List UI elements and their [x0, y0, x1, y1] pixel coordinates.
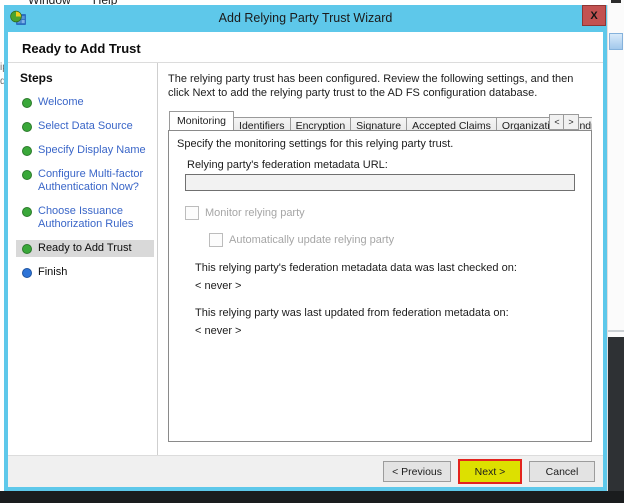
step-label: Welcome [38, 96, 84, 109]
monitoring-tab-panel: Specify the monitoring settings for this… [168, 130, 592, 442]
step-completed-icon [22, 98, 32, 108]
step-finish[interactable]: Finish [20, 264, 157, 281]
step-completed-icon [22, 207, 32, 217]
step-pending-icon [22, 268, 32, 278]
scrollbar-thumb[interactable] [609, 33, 623, 50]
background-window-edge [611, 0, 621, 3]
step-select-data-source[interactable]: Select Data Source [20, 118, 157, 135]
button-bar: < Previous Next > Cancel [8, 455, 603, 487]
step-label: Select Data Source [38, 120, 133, 133]
dialog-title: Add Relying Party Trust Wizard [4, 5, 607, 32]
background-dark-region [608, 337, 624, 503]
step-label: Choose Issuance Authorization Rules [38, 205, 150, 231]
tab-scroll-right-button[interactable]: > [563, 114, 579, 130]
step-label: Ready to Add Trust [38, 242, 132, 255]
close-button[interactable]: X [582, 5, 606, 26]
step-specify-display-name[interactable]: Specify Display Name [20, 142, 157, 159]
add-relying-party-trust-wizard-dialog: Add Relying Party Trust Wizard X Ready t… [4, 5, 607, 491]
auto-update-relying-party-checkbox: Automatically update relying party [209, 233, 581, 247]
tab-signature[interactable]: Signature [350, 117, 407, 130]
last-checked-label: This relying party's federation metadata… [195, 262, 581, 274]
wizard-main-content: The relying party trust has been configu… [158, 63, 603, 455]
background-bottom-strip [0, 491, 624, 503]
step-completed-icon [22, 146, 32, 156]
step-welcome[interactable]: Welcome [20, 94, 157, 111]
monitoring-instruction: Specify the monitoring settings for this… [177, 138, 581, 150]
tab-identifiers[interactable]: Identifiers [233, 117, 291, 130]
cancel-button[interactable]: Cancel [529, 461, 595, 482]
divider [608, 330, 624, 332]
intro-text: The relying party trust has been configu… [168, 73, 592, 100]
checkbox-label: Monitor relying party [205, 207, 305, 219]
next-button[interactable]: Next > [460, 461, 520, 482]
previous-button[interactable]: < Previous [383, 461, 451, 482]
step-choose-issuance-rules[interactable]: Choose Issuance Authorization Rules [20, 203, 157, 233]
dialog-body: Ready to Add Trust Steps Welcome Select … [8, 32, 603, 487]
next-button-highlight: Next > [458, 459, 522, 484]
federation-metadata-url-label: Relying party's federation metadata URL: [187, 159, 581, 171]
desktop-background: WindowHelp ip d Add Relying [0, 0, 624, 503]
dialog-titlebar[interactable]: Add Relying Party Trust Wizard X [4, 5, 607, 32]
last-updated-value: < never > [195, 325, 581, 337]
steps-panel: Steps Welcome Select Data Source Specify… [8, 63, 158, 455]
step-completed-icon [22, 170, 32, 180]
last-checked-value: < never > [195, 280, 581, 292]
step-label: Finish [38, 266, 67, 279]
step-completed-icon [22, 244, 32, 254]
tab-accepted-claims[interactable]: Accepted Claims [406, 117, 497, 130]
step-label: Specify Display Name [38, 144, 146, 157]
step-configure-mfa[interactable]: Configure Multi-factor Authentication No… [20, 166, 157, 196]
steps-title: Steps [20, 71, 157, 85]
checkbox-icon [185, 206, 199, 220]
last-updated-label: This relying party was last updated from… [195, 307, 581, 319]
page-title: Ready to Add Trust [8, 32, 603, 62]
close-icon: X [590, 10, 597, 22]
step-label: Configure Multi-factor Authentication No… [38, 168, 150, 194]
tab-monitoring[interactable]: Monitoring [169, 111, 234, 130]
federation-metadata-url-input [185, 174, 575, 191]
background-right-strip [608, 0, 624, 503]
checkbox-label: Automatically update relying party [229, 234, 394, 246]
step-ready-to-add-trust[interactable]: Ready to Add Trust [16, 240, 154, 257]
monitor-relying-party-checkbox: Monitor relying party [185, 206, 581, 220]
tab-encryption[interactable]: Encryption [290, 117, 352, 130]
adfs-wizard-icon [10, 10, 27, 27]
tab-strip: MonitoringIdentifiersEncryptionSignature… [168, 111, 592, 130]
step-completed-icon [22, 122, 32, 132]
checkbox-icon [209, 233, 223, 247]
